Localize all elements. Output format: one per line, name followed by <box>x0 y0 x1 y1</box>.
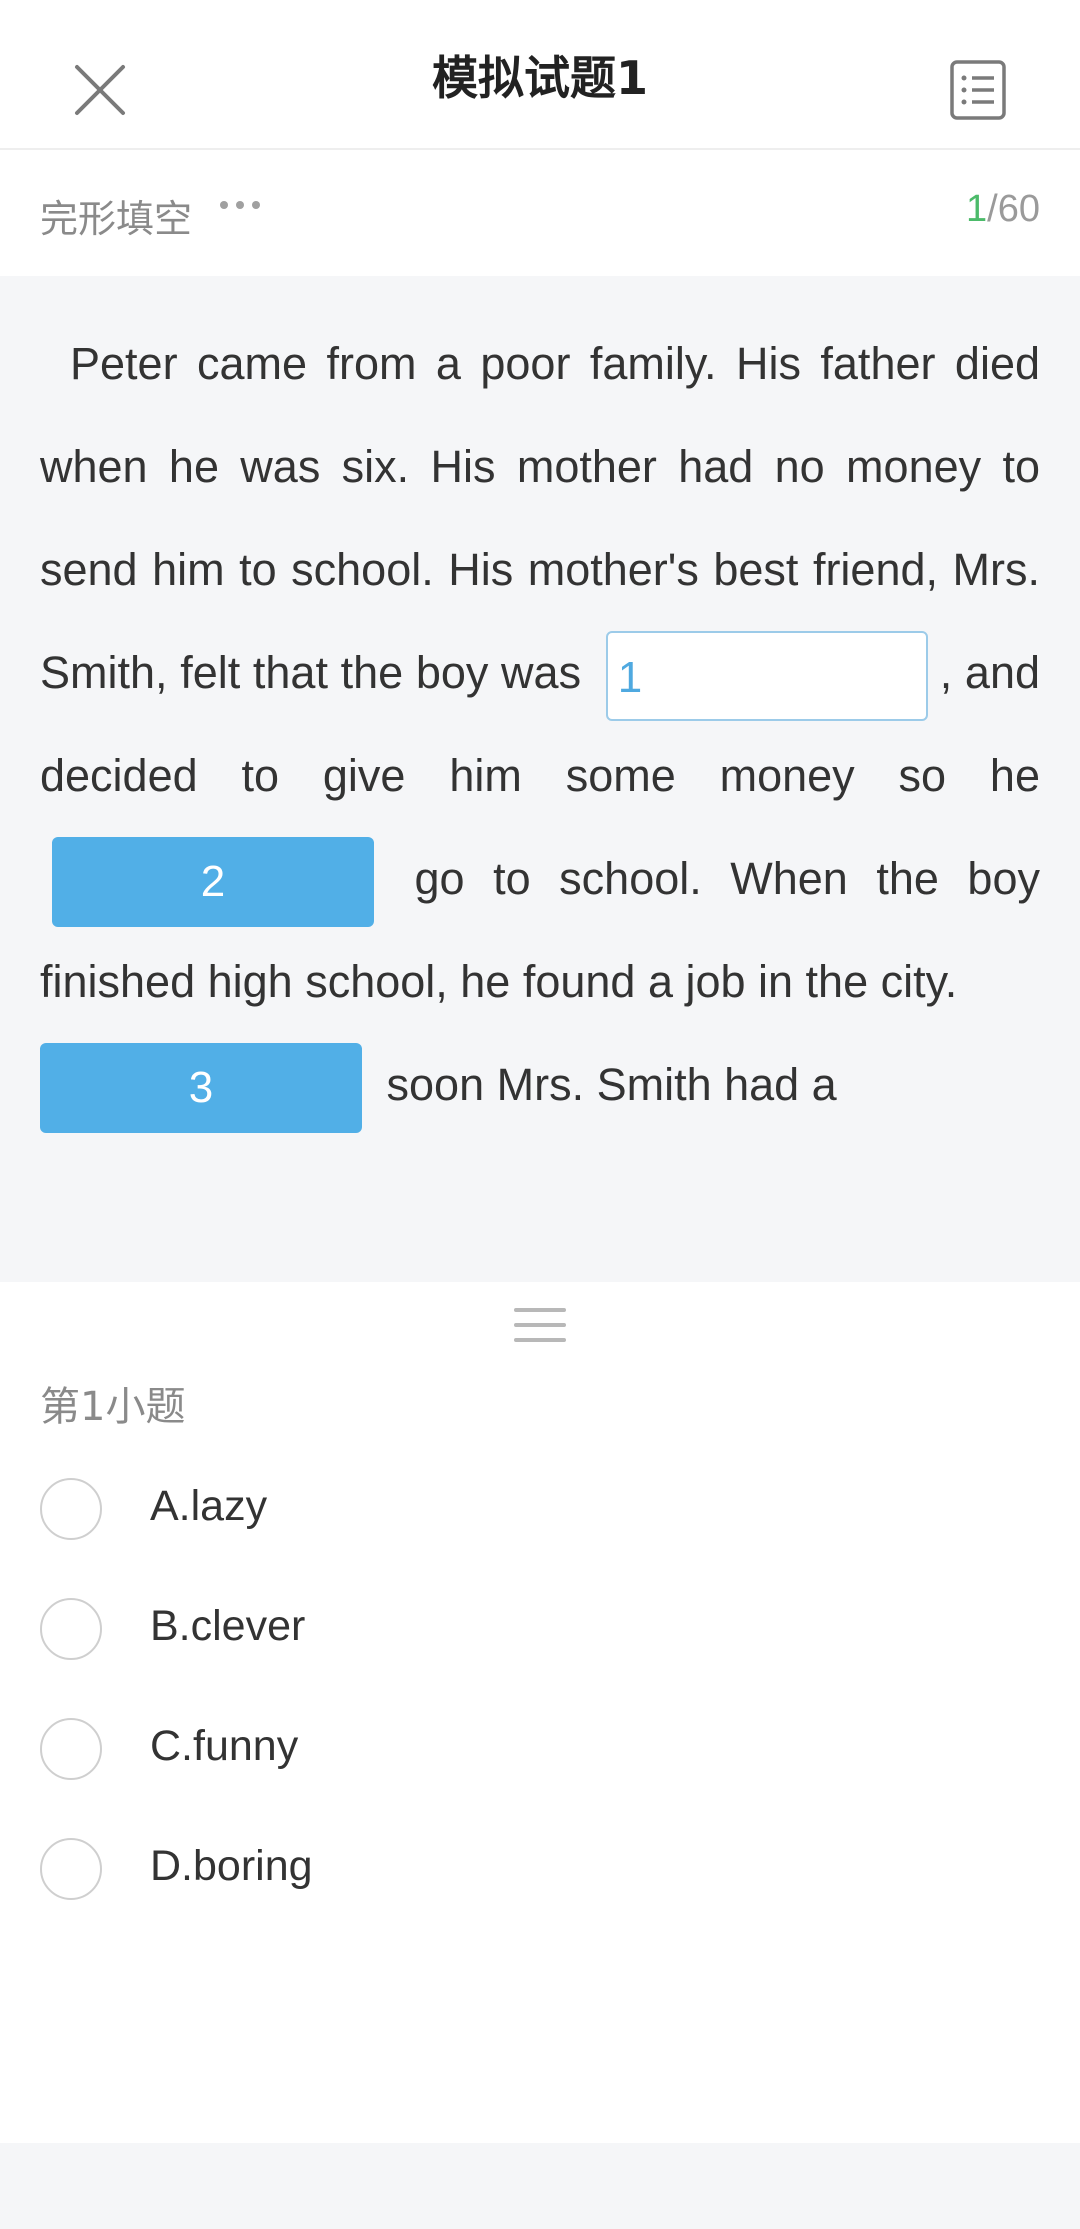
blank-3[interactable]: 3 <box>40 1043 362 1134</box>
top-navigation-bar: 模拟试题1 <box>0 0 1080 150</box>
option-b[interactable]: B.clever <box>0 1574 1080 1684</box>
more-dots-icon <box>252 201 260 209</box>
option-d[interactable]: D.boring <box>0 1814 1080 1924</box>
option-c[interactable]: C.funny <box>0 1694 1080 1804</box>
drag-handle-icon[interactable] <box>514 1308 566 1342</box>
option-text: B.clever <box>150 1602 306 1650</box>
progress-total: /60 <box>987 188 1040 230</box>
option-text: D.boring <box>150 1842 313 1890</box>
radio-button[interactable] <box>40 1478 102 1540</box>
radio-button[interactable] <box>40 1838 102 1900</box>
progress-current: 1 <box>966 188 988 230</box>
option-text: A.lazy <box>150 1482 268 1530</box>
more-options-button[interactable] <box>210 180 270 230</box>
radio-button[interactable] <box>40 1718 102 1780</box>
option-a[interactable]: A.lazy <box>0 1454 1080 1564</box>
more-dots-icon <box>236 201 244 209</box>
blank-1[interactable]: 1 <box>605 631 928 722</box>
page-title: 模拟试题1 <box>431 51 648 105</box>
close-icon <box>75 65 125 115</box>
passage-text: Peter came from a poor family. His fathe… <box>40 312 1040 1136</box>
radio-button[interactable] <box>40 1598 102 1660</box>
answer-panel: 第1小题 A.lazy B.clever C.funny D.boring <box>0 1282 1080 2143</box>
question-number-label: 第1小题 <box>40 1384 186 1430</box>
section-bar: 完形填空 1/60 <box>0 152 1080 276</box>
blank-2[interactable]: 2 <box>52 837 374 928</box>
passage-area[interactable]: Peter came from a poor family. His fathe… <box>0 276 1080 1282</box>
question-progress: 1/60 <box>966 188 1040 231</box>
option-text: C.funny <box>150 1722 299 1770</box>
section-type-label: 完形填空 <box>40 197 193 241</box>
more-dots-icon <box>220 201 228 209</box>
list-icon <box>950 60 1006 120</box>
close-button[interactable] <box>60 50 140 130</box>
passage-segment: soon Mrs. Smith had a <box>386 1059 837 1110</box>
question-list-button[interactable] <box>940 52 1016 128</box>
bottom-strip <box>0 2143 1080 2229</box>
